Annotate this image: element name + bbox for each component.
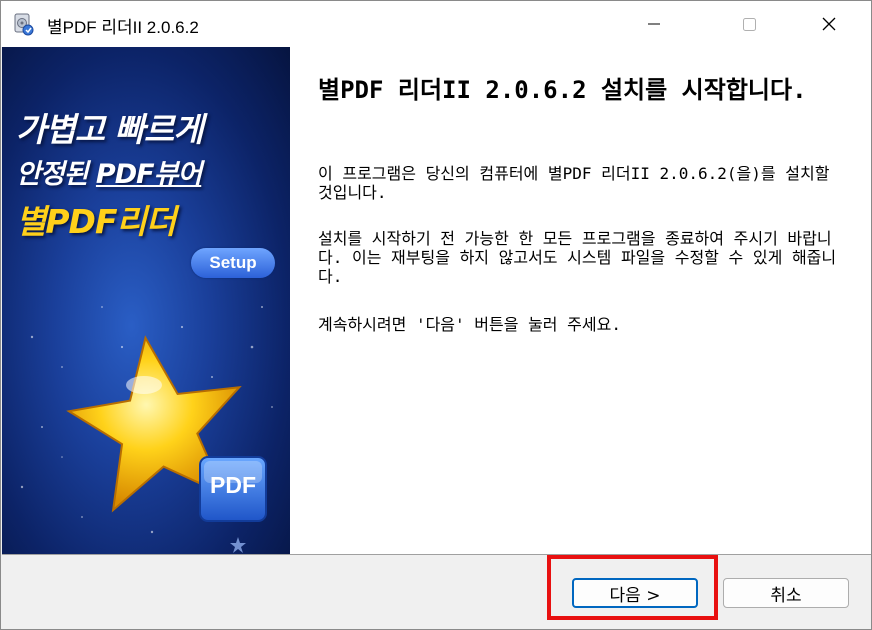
pdf-badge: PDF: [210, 472, 256, 498]
banner-product-name: 별PDF리더: [16, 202, 176, 241]
close-button[interactable]: [798, 1, 860, 47]
advice-paragraph: 설치를 시작하기 전 가능한 한 모든 프로그램을 종료하여 주시기 바랍니다.…: [318, 229, 837, 286]
banner-slogan-line2: 안정된 PDF뷰어: [16, 159, 202, 190]
installer-disk-icon: [14, 13, 34, 36]
installer-banner-image: 가볍고 빠르게 안정된 PDF뷰어 별PDF리더 Setup PDF: [2, 47, 290, 554]
cancel-button[interactable]: 취소: [723, 578, 849, 608]
welcome-content: 별PDF 리더II 2.0.6.2 설치를 시작합니다. 이 프로그램은 당신의…: [290, 47, 871, 554]
title-bar[interactable]: 별PDF 리더II 2.0.6.2: [1, 1, 871, 47]
close-icon: [822, 17, 836, 31]
page-heading: 별PDF 리더II 2.0.6.2 설치를 시작합니다.: [318, 76, 807, 104]
window-title: 별PDF 리더II 2.0.6.2: [47, 18, 199, 37]
minimize-button[interactable]: [623, 1, 685, 47]
setup-badge: Setup: [191, 248, 275, 278]
continue-paragraph: 계속하시려면 '다음' 버튼을 눌러 주세요.: [318, 315, 621, 334]
maximize-icon: [742, 17, 756, 31]
intro-paragraph: 이 프로그램은 당신의 컴퓨터에 별PDF 리더II 2.0.6.2(을)를 설…: [318, 164, 830, 202]
installer-window: 별PDF 리더II 2.0.6.2 가볍고 빠르게 안정된 PDF뷰어 별PDF…: [0, 0, 872, 630]
banner-slogan-line1: 가볍고 빠르게: [16, 110, 204, 149]
footer-divider: [2, 554, 871, 555]
minimize-icon: [648, 23, 660, 25]
maximize-button[interactable]: [718, 1, 780, 47]
highlight-box: [547, 555, 718, 620]
